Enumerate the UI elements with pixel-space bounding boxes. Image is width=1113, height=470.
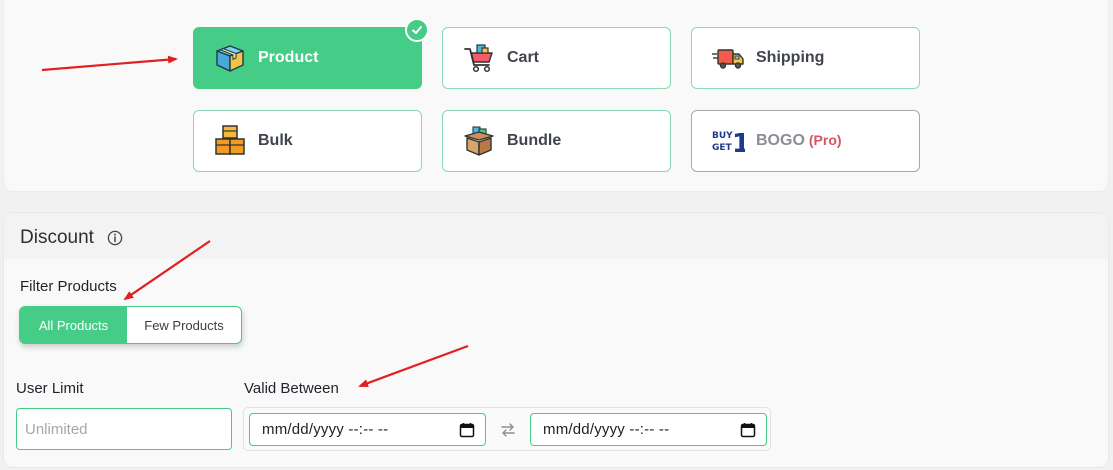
start-datetime-value: mm/dd/yyyy --:-- --: [262, 421, 389, 438]
all-products-option[interactable]: All Products: [20, 307, 127, 343]
selected-check-icon: [405, 18, 429, 42]
delivery-truck-icon: [711, 41, 745, 75]
discount-type-bogo[interactable]: BUY GET 1 BOGO (Pro): [691, 110, 920, 172]
discount-type-cart[interactable]: Cart: [442, 27, 671, 89]
open-box-bundle-icon: [462, 124, 496, 158]
discount-type-shipping[interactable]: Shipping: [691, 27, 920, 89]
shopping-cart-icon: [462, 41, 496, 75]
calendar-icon[interactable]: [740, 422, 756, 438]
filter-products-toggle: All Products Few Products: [19, 306, 242, 344]
user-limit-label: User Limit: [16, 380, 84, 397]
svg-text:GET: GET: [712, 143, 733, 153]
info-icon[interactable]: [107, 230, 123, 246]
swap-arrows-icon: [499, 421, 517, 439]
stacked-boxes-icon: [213, 124, 247, 158]
buy-get-one-icon: BUY GET 1: [711, 124, 745, 158]
svg-text:1: 1: [732, 129, 745, 158]
discount-type-product[interactable]: Product: [193, 18, 429, 89]
discount-type-label: Shipping: [756, 49, 825, 66]
discount-type-label: Bundle: [507, 132, 562, 149]
svg-text:BUY: BUY: [712, 131, 733, 141]
valid-between-range: mm/dd/yyyy --:-- -- mm/dd/yyyy --:-- --: [243, 407, 771, 451]
filter-products-label: Filter Products: [20, 278, 117, 295]
product-box-icon: [213, 41, 247, 75]
discount-type-label: Cart: [507, 49, 540, 66]
end-datetime-value: mm/dd/yyyy --:-- --: [543, 421, 670, 438]
few-products-option[interactable]: Few Products: [127, 307, 241, 343]
start-datetime-input[interactable]: mm/dd/yyyy --:-- --: [249, 413, 486, 446]
user-limit-input[interactable]: [16, 408, 232, 450]
discount-type-bulk[interactable]: Bulk: [193, 110, 422, 172]
discount-type-label: Product: [258, 49, 319, 66]
discount-type-bundle[interactable]: Bundle: [442, 110, 671, 172]
bogo-label: BOGO: [756, 132, 805, 149]
discount-type-label: BOGO (Pro): [756, 132, 842, 150]
valid-between-label: Valid Between: [244, 380, 339, 397]
discount-type-label: Bulk: [258, 132, 293, 149]
pro-badge: (Pro): [808, 132, 842, 148]
end-datetime-input[interactable]: mm/dd/yyyy --:-- --: [530, 413, 767, 446]
discount-header: Discount: [4, 213, 1108, 259]
section-title: Discount: [20, 227, 94, 248]
calendar-icon[interactable]: [459, 422, 475, 438]
